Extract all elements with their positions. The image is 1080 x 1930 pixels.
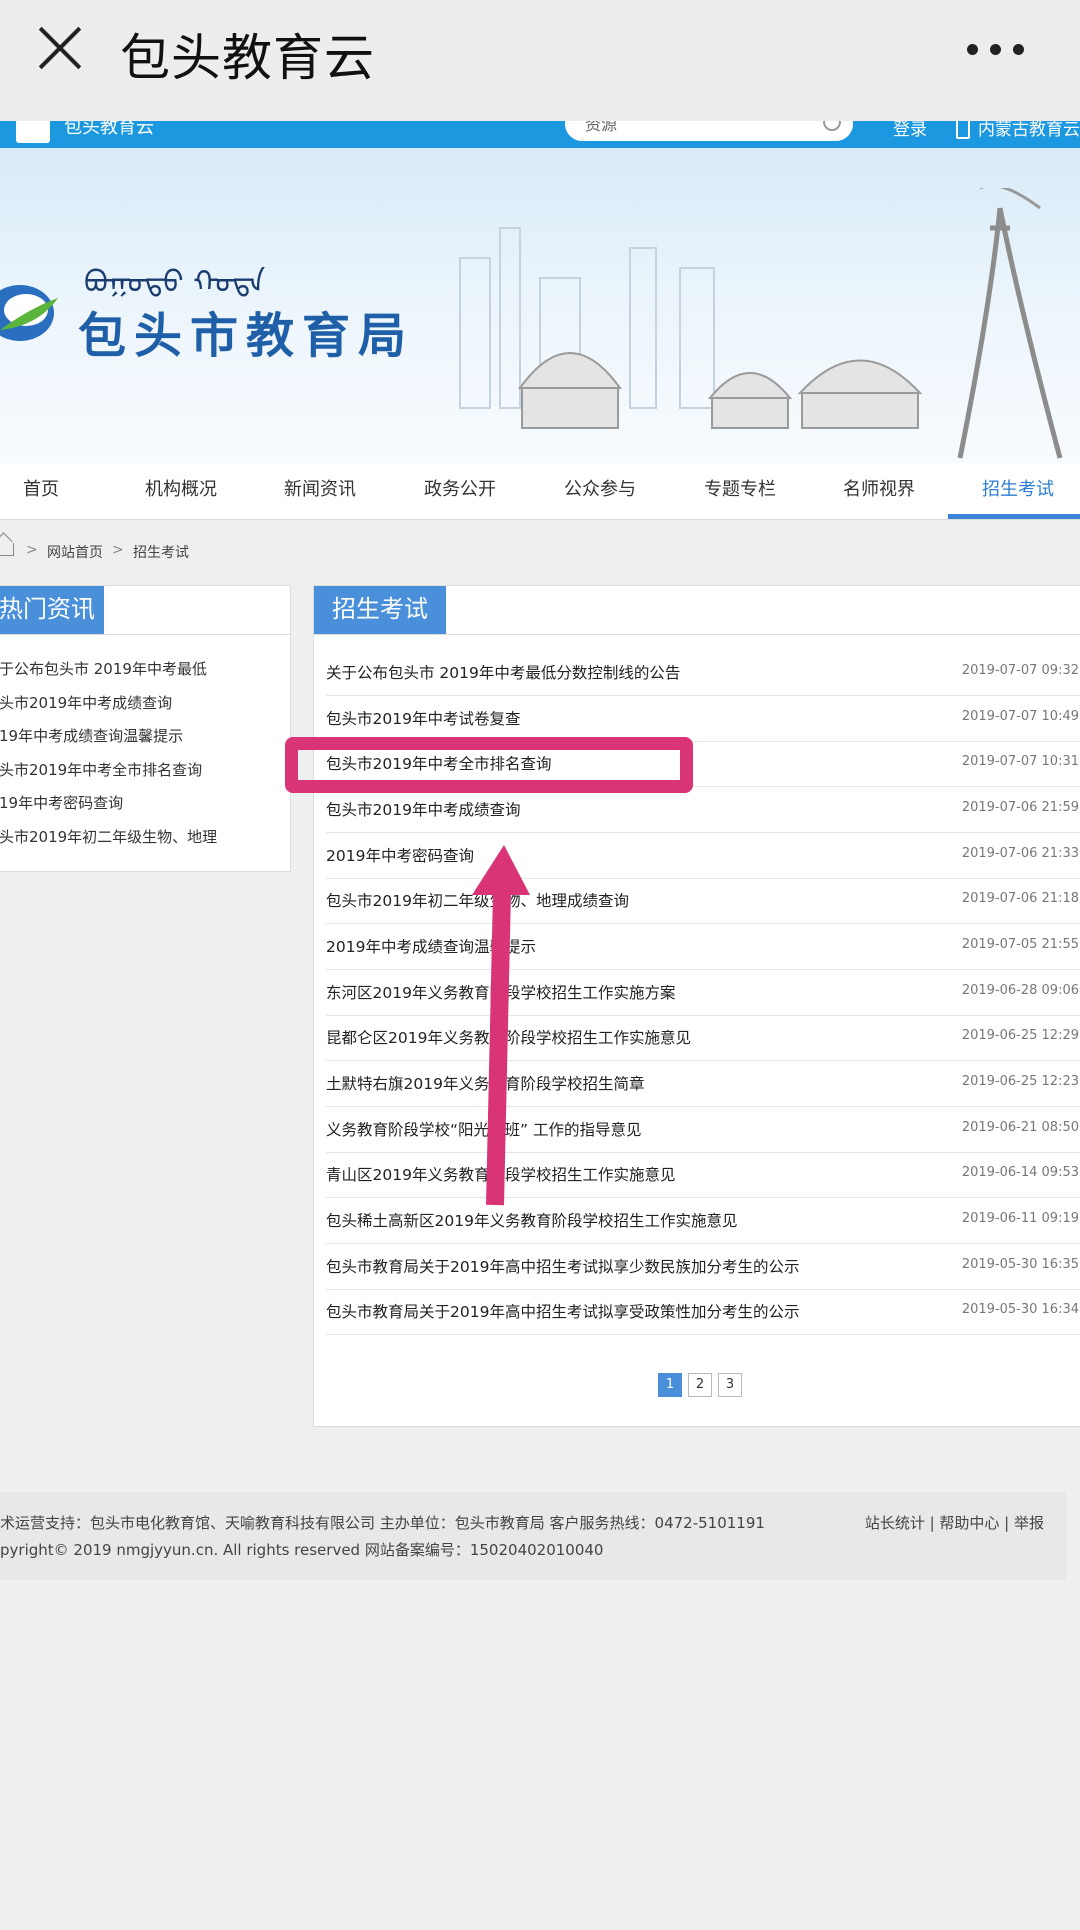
list-item-date: 2019-06-25 12:29 [961, 1028, 1079, 1043]
list-item[interactable]: 义务教育阶段学校“阳光分班” 工作的指导意见 2019-06-21 08:50 [326, 1107, 1080, 1153]
list-item-title[interactable]: 包头稀土高新区2019年义务教育阶段学校招生工作实施意见 [326, 1209, 737, 1231]
list-item-date: 2019-05-30 16:34 [961, 1302, 1079, 1317]
search-category[interactable]: 资源 [585, 121, 617, 135]
list-item-title[interactable]: 昆都仑区2019年义务教育阶段学校招生工作实施意见 [326, 1026, 691, 1048]
hot-news-item[interactable]: 于公布包头市 2019年中考最低 [0, 658, 207, 679]
page-button-3[interactable]: 3 [718, 1373, 742, 1397]
site-banner: ᠪᠣᠭᠣᠲᠣ ᠬᠣᠲᠠ 包头市教育局 [0, 148, 1080, 463]
site-top-bar: 包头教育云 资源 登录 内蒙古教育云 [0, 121, 1080, 148]
admission-list-panel: 招生考试 关于公布包头市 2019年中考最低分数控制线的公告 2019-07-07… [313, 585, 1080, 1427]
list-item-title[interactable]: 土默特右旗2019年义务教育阶段学校招生简章 [326, 1072, 644, 1094]
panel-divider [0, 634, 290, 635]
list-item-title[interactable]: 包头市2019年中考成绩查询 [326, 798, 520, 820]
page-button-2[interactable]: 2 [688, 1373, 712, 1397]
list-item-title[interactable]: 义务教育阶段学校“阳光分班” 工作的指导意见 [326, 1118, 642, 1140]
breadcrumb-separator: > [26, 542, 38, 558]
nav-item-teachers[interactable]: 名师视界 [814, 463, 944, 519]
wechat-header: 包头教育云 [0, 0, 1080, 121]
hot-news-title: 热门资讯 [0, 586, 104, 634]
list-item-date: 2019-07-07 09:32 [961, 663, 1079, 678]
list-item-title[interactable]: 关于公布包头市 2019年中考最低分数控制线的公告 [326, 661, 680, 683]
list-item-date: 2019-05-30 16:35 [961, 1257, 1079, 1272]
highlight-box [285, 737, 693, 793]
hot-news-item[interactable]: 19年中考密码查询 [0, 792, 123, 813]
list-item-date: 2019-07-06 21:33 [961, 846, 1079, 861]
list-item[interactable]: 2019年中考成绩查询温馨提示 2019-07-05 21:55 [326, 924, 1080, 970]
hot-news-panel: 热门资讯 于公布包头市 2019年中考最低 头市2019年中考成绩查询 19年中… [0, 585, 291, 872]
region-link[interactable]: 内蒙古教育云 [978, 121, 1080, 140]
list-item[interactable]: 土默特右旗2019年义务教育阶段学校招生简章 2019-06-25 12:23 [326, 1061, 1080, 1107]
nav-item-news[interactable]: 新闻资讯 [255, 463, 385, 519]
nav-item-admission[interactable]: 招生考试 [953, 463, 1080, 519]
wechat-title: 包头教育云 [120, 29, 375, 87]
list-item[interactable]: 包头稀土高新区2019年义务教育阶段学校招生工作实施意见 2019-06-11 0… [326, 1198, 1080, 1244]
list-item-date: 2019-07-05 21:55 [961, 937, 1079, 952]
skyline-illustration [459, 188, 1063, 459]
phone-icon [956, 121, 970, 139]
close-icon[interactable] [34, 22, 86, 74]
list-item-title[interactable]: 青山区2019年义务教育阶段学校招生工作实施意见 [326, 1163, 675, 1185]
home-icon[interactable] [0, 543, 14, 556]
list-item-date: 2019-07-06 21:18 [961, 891, 1079, 906]
nav-item-topics[interactable]: 专题专栏 [675, 463, 805, 519]
page-button-1[interactable]: 1 [658, 1373, 682, 1397]
list-item-title[interactable]: 包头市2019年初二年级生物、地理成绩查询 [326, 889, 629, 911]
list-item-title[interactable]: 包头市教育局关于2019年高中招生考试拟享少数民族加分考生的公示 [326, 1255, 799, 1277]
search-input[interactable]: 资源 [565, 121, 853, 141]
list-item[interactable]: 昆都仑区2019年义务教育阶段学校招生工作实施意见 2019-06-25 12:2… [326, 1015, 1080, 1061]
nav-active-indicator [948, 514, 1080, 519]
pagination: 1 2 3 [658, 1373, 742, 1397]
login-link[interactable]: 登录 [893, 121, 927, 140]
list-item-date: 2019-07-07 10:49 [961, 709, 1079, 724]
footer-support-text: 术运营支持：包头市电化教育馆、天喻教育科技有限公司 主办单位：包头市教育局 客户… [0, 1514, 765, 1532]
list-item[interactable]: 包头市2019年初二年级生物、地理成绩查询 2019-07-06 21:18 [326, 878, 1080, 924]
site-footer: 术运营支持：包头市电化教育馆、天喻教育科技有限公司 主办单位：包头市教育局 客户… [0, 1492, 1066, 1580]
list-item-title[interactable]: 东河区2019年义务教育阶段学校招生工作实施方案 [326, 981, 675, 1003]
hot-news-item[interactable]: 头市2019年中考成绩查询 [0, 692, 172, 713]
list-item[interactable]: 青山区2019年义务教育阶段学校招生工作实施意见 2019-06-14 09:53 [326, 1152, 1080, 1198]
main-nav: 首页 机构概况 新闻资讯 政务公开 公众参与 专题专栏 名师视界 招生考试 [0, 463, 1080, 520]
hot-news-item[interactable]: 19年中考成绩查询温馨提示 [0, 725, 183, 746]
hot-news-item[interactable]: 头市2019年中考全市排名查询 [0, 759, 202, 780]
nav-item-public[interactable]: 公众参与 [535, 463, 665, 519]
list-item[interactable]: 包头市教育局关于2019年高中招生考试拟享少数民族加分考生的公示 2019-05-… [326, 1244, 1080, 1290]
admission-title: 招生考试 [314, 586, 446, 634]
list-item[interactable]: 关于公布包头市 2019年中考最低分数控制线的公告 2019-07-07 09:3… [326, 650, 1080, 696]
list-item-date: 2019-06-21 08:50 [961, 1120, 1079, 1135]
breadcrumb-current[interactable]: 招生考试 [133, 542, 189, 562]
list-item[interactable]: 东河区2019年义务教育阶段学校招生工作实施方案 2019-06-28 09:06 [326, 970, 1080, 1016]
search-icon[interactable] [823, 121, 841, 131]
panel-divider [314, 634, 1080, 635]
nav-item-organization[interactable]: 机构概况 [116, 463, 246, 519]
list-item-title[interactable]: 包头市2019年中考试卷复查 [326, 707, 520, 729]
footer-copyright: pyright© 2019 nmgjyyun.cn. All rights re… [0, 1541, 604, 1559]
breadcrumb-home[interactable]: 网站首页 [47, 542, 103, 562]
more-icon[interactable] [967, 44, 1024, 55]
footer-links[interactable]: 站长统计 | 帮助中心 | 举报 [865, 1512, 1044, 1533]
list-item-date: 2019-06-28 09:06 [961, 983, 1079, 998]
list-item-date: 2019-07-07 10:31 [961, 754, 1079, 769]
nav-item-home[interactable]: 首页 [0, 463, 106, 519]
hot-news-item[interactable]: 头市2019年初二年级生物、地理 [0, 826, 217, 847]
list-item[interactable]: 包头市2019年中考成绩查询 2019-07-06 21:59 [326, 787, 1080, 833]
list-item-title[interactable]: 包头市教育局关于2019年高中招生考试拟享受政策性加分考生的公示 [326, 1300, 799, 1322]
list-item-date: 2019-06-25 12:23 [961, 1074, 1079, 1089]
list-item[interactable]: 包头市教育局关于2019年高中招生考试拟享受政策性加分考生的公示 2019-05-… [326, 1289, 1080, 1335]
site-logo-text[interactable]: 包头教育云 [64, 121, 154, 139]
list-item[interactable]: 2019年中考密码查询 2019-07-06 21:33 [326, 833, 1080, 879]
nav-item-government[interactable]: 政务公开 [395, 463, 525, 519]
list-item-date: 2019-07-06 21:59 [961, 800, 1079, 815]
list-item[interactable]: 包头市2019年中考试卷复查 2019-07-07 10:49 [326, 696, 1080, 742]
list-item-date: 2019-06-11 09:19 [961, 1211, 1079, 1226]
bureau-emblem-icon [0, 285, 58, 341]
list-item-title[interactable]: 2019年中考成绩查询温馨提示 [326, 935, 536, 957]
site-logo-icon[interactable] [16, 121, 50, 143]
breadcrumb-separator: > [112, 542, 124, 558]
mongolian-script: ᠪᠣᠭᠣᠲᠣ ᠬᠣᠲᠠ [84, 265, 266, 300]
list-item-date: 2019-06-14 09:53 [961, 1165, 1079, 1180]
list-item-title[interactable]: 2019年中考密码查询 [326, 844, 474, 866]
